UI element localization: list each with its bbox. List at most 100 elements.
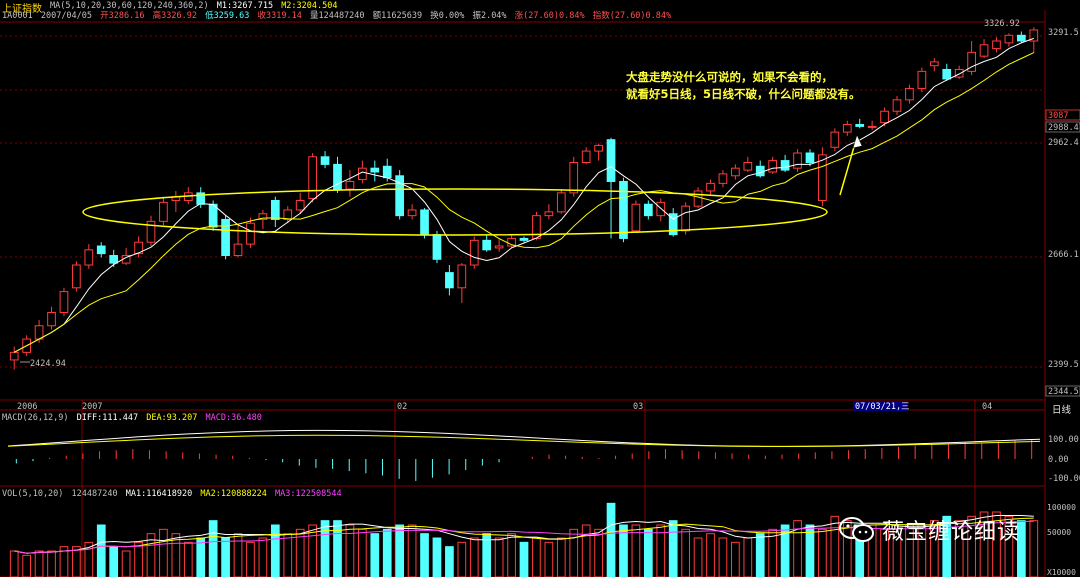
candle-body (842, 124, 852, 133)
volume-bar (407, 524, 417, 577)
annotation-line-2: 就看好5日线，5日线不破，什么问题都没有。 (626, 87, 861, 101)
candle-body (619, 180, 628, 239)
candle-body (494, 245, 504, 249)
volume-bar (693, 537, 703, 577)
candle-body (818, 154, 827, 201)
low-mark-label: 2424.94 (30, 359, 66, 369)
annotation-text: 大盘走势没什么可说的，如果不会看的， 就看好5日线，5日线不破，什么问题都没有。 (626, 69, 861, 103)
price-axis-label: 2988.47 (1048, 123, 1080, 133)
volume-bar (233, 533, 243, 577)
volume-bar (755, 533, 765, 577)
watermark: 薇宝缠论细读 (838, 514, 1020, 546)
volume-bar (519, 541, 529, 577)
candle-body (830, 131, 840, 148)
price-axis-label: 2666.1 (1048, 250, 1079, 260)
candle-body (880, 110, 889, 124)
volume-bar (109, 546, 119, 577)
macd-axis-label: 100.00 (1048, 435, 1079, 445)
candle-body (718, 173, 728, 184)
volume-axis-label: 50000 (1047, 528, 1071, 537)
candle-body (867, 125, 877, 128)
price-axis-label: 3291.5 (1048, 28, 1079, 38)
candle-body (706, 182, 715, 192)
candle-body (457, 264, 467, 289)
candle-body (482, 239, 492, 251)
macd-axis-label: 0.00 (1048, 455, 1068, 465)
ma5-line (13, 37, 1034, 353)
date-axis-label: 03 (633, 402, 643, 412)
candle-body (693, 190, 703, 207)
volume-bar (556, 537, 566, 577)
volume-bar (718, 537, 728, 577)
candle-body (270, 199, 280, 220)
volume-bar (208, 520, 218, 577)
volume-bar (706, 533, 715, 577)
volume-bar (47, 550, 56, 577)
volume-bar (96, 524, 106, 577)
price-axis-label: 2344.5 (1048, 387, 1079, 397)
candle-body (34, 325, 44, 340)
volume-bar (333, 520, 342, 577)
axis-labels: 3291.5 3087 2988.47 2962.4 2666.1 2399.5 2344.… (17, 19, 1080, 577)
price-axis-label: 3087 (1048, 111, 1068, 121)
candle-body (47, 311, 56, 327)
candle-body (320, 156, 330, 165)
candle-body (469, 239, 479, 266)
candle-body (855, 124, 865, 127)
grid-lines (0, 10, 1046, 577)
volume-bar (370, 533, 380, 577)
volume-bar (246, 541, 255, 577)
volume-bar (121, 550, 131, 577)
volume-bar (320, 520, 330, 577)
volume-bar (221, 537, 230, 577)
date-axis-label: 2007 (82, 402, 102, 412)
volume-bar (283, 533, 293, 577)
consolidation-ellipse (82, 188, 828, 236)
candle-body (556, 192, 566, 213)
watermark-text: 薇宝缠论细读 (882, 520, 1021, 545)
candle-body (208, 203, 218, 228)
period-label[interactable]: 日线 (1052, 402, 1071, 416)
volume-bar (581, 524, 591, 577)
volume-bar (22, 554, 32, 577)
candle-body (59, 291, 69, 313)
volume-bar (270, 524, 280, 577)
volume-bar (469, 537, 479, 577)
candle-body (295, 199, 305, 211)
high-mark-label: 3326.92 (984, 19, 1020, 29)
candle-body (631, 203, 641, 232)
macd-histogram (7, 429, 1041, 481)
candle-body (581, 150, 591, 163)
candle-body (109, 255, 119, 264)
chart-canvas: 3291.5 3087 2988.47 2962.4 2666.1 2399.5 2344.… (0, 10, 1080, 577)
candle-body (1016, 34, 1026, 42)
date-axis-label: 04 (982, 402, 992, 412)
annotation-line-1: 大盘走势没什么可说的，如果不会看的， (626, 70, 833, 84)
candle-body (382, 165, 392, 179)
candle-body (755, 165, 765, 177)
volume-bar (457, 541, 467, 577)
candle-body (905, 87, 914, 101)
candle-body (159, 201, 168, 222)
candle-body (805, 152, 815, 163)
volume-bar (134, 541, 143, 577)
candle-body (519, 237, 529, 241)
candle-body (345, 180, 355, 190)
candle-body (370, 167, 380, 173)
price-axis-label: 2399.5 (1048, 360, 1079, 370)
volume-bar (507, 533, 516, 577)
candle-body (594, 144, 603, 152)
candle-body (420, 209, 429, 236)
candle-body (768, 160, 778, 173)
volume-bar (34, 550, 44, 577)
volume-bar (494, 537, 504, 577)
candle-body (544, 211, 554, 217)
volume-bar (532, 537, 541, 577)
volume-bar (569, 528, 579, 577)
volume-bar (382, 528, 392, 577)
volume-bar (743, 537, 753, 577)
volume-bar (544, 541, 554, 577)
stock-chart-window: 上证指数 MA(5,10,20,30,60,120,240,360,2) M1:… (0, 0, 1080, 577)
candle-body (681, 205, 690, 232)
candle-body (954, 68, 964, 78)
